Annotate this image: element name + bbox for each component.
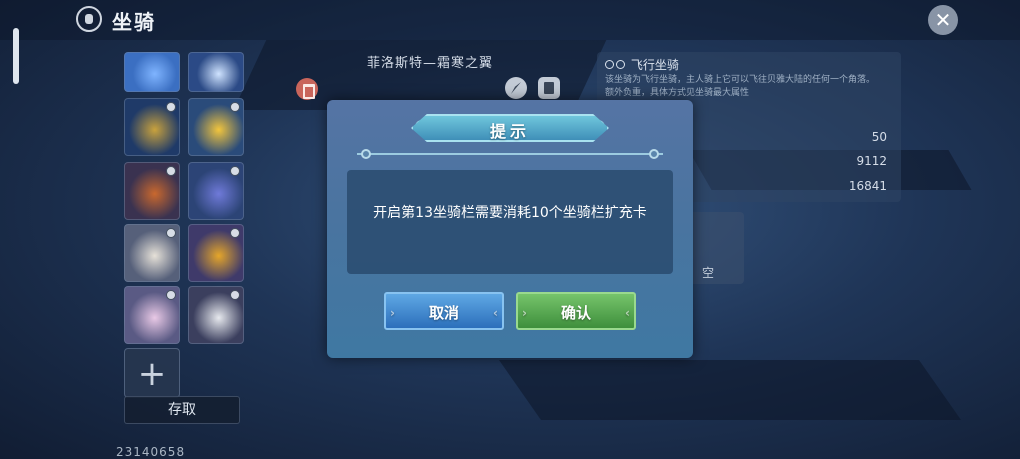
chevron-right-icon: ‹ xyxy=(625,306,630,320)
mount-slot-8[interactable] xyxy=(188,224,244,282)
page-title: 坐骑 xyxy=(112,10,156,34)
close-button[interactable]: ✕ xyxy=(928,5,958,35)
scroll-indicator[interactable] xyxy=(13,28,19,84)
cancel-button[interactable]: › 取消 ‹ xyxy=(384,292,504,330)
mount-name: 菲洛斯特—霜寒之翼 xyxy=(366,56,493,71)
release-mount-button[interactable] xyxy=(296,78,318,100)
flight-tag-icon xyxy=(230,228,240,238)
flight-tag-icon xyxy=(166,166,176,176)
cancel-label: 取消 xyxy=(428,304,459,322)
skill-label: 空 xyxy=(702,266,715,280)
mount-type-icon xyxy=(605,60,614,69)
mount-slot-1[interactable] xyxy=(124,52,180,92)
info-description: 该坐骑为飞行坐骑，主人骑上它可以飞往贝雅大陆的任何一个角落。 额外负重，具体方式… xyxy=(605,74,895,100)
divider-ornament-icon xyxy=(361,149,371,159)
storage-button[interactable]: 存取 xyxy=(124,396,240,424)
flight-tag-icon xyxy=(166,228,176,238)
chevron-left-icon: › xyxy=(522,306,527,320)
player-id: 23140658 xyxy=(116,445,186,459)
mount-slot-10[interactable] xyxy=(188,286,244,344)
flight-tag-icon xyxy=(230,290,240,300)
mount-slot-9[interactable] xyxy=(124,286,180,344)
info-desc-line-1: 该坐骑为飞行坐骑，主人骑上它可以飞往贝雅大陆的任何一个角落。 xyxy=(605,75,876,85)
mount-logo-icon xyxy=(76,6,102,32)
flight-tag-icon xyxy=(166,290,176,300)
mount-slot-7[interactable] xyxy=(124,224,180,282)
plus-icon: + xyxy=(137,354,167,394)
confirm-dialog: 提示 开启第13坐骑栏需要消耗10个坐骑栏扩充卡 › 取消 ‹ › 确认 ‹ xyxy=(327,100,693,358)
divider xyxy=(357,153,663,155)
confirm-label: 确认 xyxy=(560,304,591,322)
flight-icon xyxy=(616,60,625,69)
flight-tag-icon xyxy=(230,102,240,112)
close-icon: ✕ xyxy=(934,8,952,32)
dialog-title: 提示 xyxy=(489,122,530,141)
confirm-button[interactable]: › 确认 ‹ xyxy=(516,292,636,330)
mount-slot-4[interactable] xyxy=(188,98,244,156)
dialog-message: 开启第13坐骑栏需要消耗10个坐骑栏扩充卡 xyxy=(373,205,647,221)
background-shape xyxy=(498,360,962,420)
chevron-left-icon: › xyxy=(390,306,395,320)
info-header: 飞行坐骑 xyxy=(605,56,679,73)
flight-tag-icon xyxy=(166,102,176,112)
rename-button[interactable] xyxy=(505,77,527,99)
mount-slot-5[interactable] xyxy=(124,162,180,220)
handbook-button[interactable] xyxy=(538,77,560,99)
flight-tag-icon xyxy=(230,166,240,176)
chevron-right-icon: ‹ xyxy=(493,306,498,320)
divider-ornament-icon xyxy=(649,149,659,159)
stat-value: 16841 xyxy=(848,179,887,193)
mount-slot-2[interactable] xyxy=(188,52,244,92)
info-title: 飞行坐骑 xyxy=(630,58,679,72)
mount-slot-3[interactable] xyxy=(124,98,180,156)
info-desc-line-2: 额外负重，具体方式见坐骑最大属性 xyxy=(605,88,750,98)
mount-slot-6[interactable] xyxy=(188,162,244,220)
stat-value: 9112 xyxy=(856,154,887,168)
stat-value: 50 xyxy=(871,130,887,144)
add-mount-slot-button[interactable]: + xyxy=(124,348,180,398)
